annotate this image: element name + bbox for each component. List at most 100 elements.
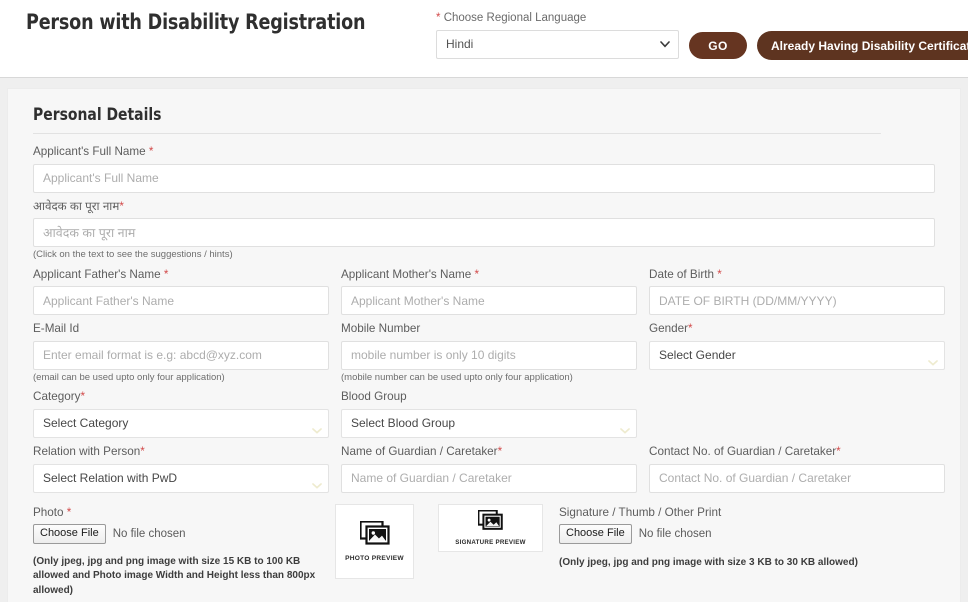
field-mobile: Mobile Number (mobile number can be used… xyxy=(341,322,637,383)
page-header: Person with Disability Registration * Ch… xyxy=(0,0,968,78)
field-relation-with-person: Relation with Person* Select Relation wi… xyxy=(33,445,329,493)
field-mother-name: Applicant Mother's Name * xyxy=(341,268,637,316)
label-photo: Photo * xyxy=(33,506,335,521)
language-label: * Choose Regional Language xyxy=(436,12,679,26)
label-signature-text: Signature / Thumb / Other Print xyxy=(559,505,722,519)
image-placeholder-icon xyxy=(477,509,503,536)
required-asterisk: * xyxy=(474,267,480,281)
label-blood-group: Blood Group xyxy=(341,390,637,405)
photo-upload-note: (Only jpeg, jpg and png image with size … xyxy=(33,555,316,596)
field-category: Category* Select Category xyxy=(33,390,329,438)
section-title-personal-details: Personal Details xyxy=(33,105,881,134)
page-title: Person with Disability Registration xyxy=(26,10,366,34)
row-category-blood: Category* Select Category Blood Group Se… xyxy=(33,390,935,445)
page-body: Personal Details Applicant's Full Name *… xyxy=(0,78,968,602)
required-asterisk: * xyxy=(163,267,169,281)
hint-mobile: (mobile number can be used upto only fou… xyxy=(341,371,573,383)
row-guardian: Relation with Person* Select Relation wi… xyxy=(33,445,945,500)
field-full-name-hindi: आवेदक का पूरा नाम* (Click on the text to… xyxy=(33,200,935,261)
mother-name-input[interactable] xyxy=(341,286,637,316)
required-asterisk: * xyxy=(836,444,841,458)
field-blood-group: Blood Group Select Blood Group xyxy=(341,390,637,438)
signature-choose-file-button[interactable]: Choose File xyxy=(559,524,632,544)
label-full-name: Applicant's Full Name * xyxy=(33,145,935,160)
signature-upload-note: (Only jpeg, jpg and png image with size … xyxy=(559,556,858,568)
signature-preview-caption: SIGNATURE PREVIEW xyxy=(455,538,526,546)
label-email-text: E-Mail Id xyxy=(33,322,80,336)
field-father-name: Applicant Father's Name * xyxy=(33,268,329,316)
required-asterisk: * xyxy=(66,505,72,519)
signature-preview-box: SIGNATURE PREVIEW xyxy=(438,503,543,552)
regional-language-select[interactable]: Hindi xyxy=(436,29,679,59)
label-category: Category* xyxy=(33,390,329,405)
row-contact-gender: E-Mail Id (email can be used upto only f… xyxy=(33,322,945,390)
category-select[interactable]: Select Category xyxy=(33,408,329,438)
date-of-birth-input[interactable] xyxy=(649,286,945,316)
father-name-input[interactable] xyxy=(33,286,329,316)
guardian-name-input[interactable] xyxy=(341,463,637,493)
required-asterisk: * xyxy=(119,199,124,213)
label-mobile: Mobile Number xyxy=(341,322,637,337)
label-gender: Gender* xyxy=(649,322,945,337)
field-full-name: Applicant's Full Name * xyxy=(33,145,935,193)
gender-select[interactable]: Select Gender xyxy=(649,340,945,370)
label-signature: Signature / Thumb / Other Print xyxy=(559,506,935,521)
hint-email: (email can be used upto only four applic… xyxy=(33,371,225,383)
label-date-of-birth-text: Date of Birth xyxy=(649,267,714,281)
field-gender: Gender* Select Gender xyxy=(649,322,945,383)
label-mobile-text: Mobile Number xyxy=(341,322,421,336)
signature-file-status: No file chosen xyxy=(638,528,712,541)
image-placeholder-icon xyxy=(358,519,390,551)
full-name-hindi-input[interactable] xyxy=(33,218,935,248)
field-signature-upload: Signature / Thumb / Other Print Choose F… xyxy=(559,504,935,599)
email-input[interactable] xyxy=(33,340,329,370)
guardian-contact-input[interactable] xyxy=(649,463,945,493)
label-email: E-Mail Id xyxy=(33,322,329,337)
field-photo-upload: Photo * Choose File No file chosen (Only… xyxy=(33,504,335,599)
label-full-name-text: Applicant's Full Name xyxy=(33,145,146,158)
label-relation-with-person: Relation with Person* xyxy=(33,445,329,460)
label-father-name-text: Applicant Father's Name xyxy=(33,267,161,281)
label-gender-text: Gender xyxy=(649,322,688,336)
blood-group-select[interactable]: Select Blood Group xyxy=(341,408,637,438)
label-relation-with-person-text: Relation with Person xyxy=(33,444,141,458)
row-spacer xyxy=(649,390,945,445)
label-guardian-contact-text: Contact No. of Guardian / Caretaker xyxy=(649,444,837,458)
label-blood-group-text: Blood Group xyxy=(341,390,407,404)
required-asterisk: * xyxy=(80,390,85,404)
personal-details-panel: Personal Details Applicant's Full Name *… xyxy=(7,88,961,602)
label-photo-text: Photo xyxy=(33,505,64,519)
language-label-text: Choose Regional Language xyxy=(443,12,587,24)
label-mother-name: Applicant Mother's Name * xyxy=(341,268,637,283)
label-full-name-hindi-text: आवेदक का पूरा नाम xyxy=(33,199,120,213)
photo-preview-box: PHOTO PREVIEW xyxy=(335,503,414,579)
row-parents-dob: Applicant Father's Name * Applicant Moth… xyxy=(33,268,945,323)
label-full-name-hindi: आवेदक का पूरा नाम* xyxy=(33,200,935,215)
required-asterisk: * xyxy=(717,267,722,281)
row-uploads: Photo * Choose File No file chosen (Only… xyxy=(33,503,935,599)
already-having-certificate-button[interactable]: Already Having Disability Certificate xyxy=(757,31,968,60)
label-category-text: Category xyxy=(33,390,81,404)
label-mother-name-text: Applicant Mother's Name xyxy=(341,267,472,281)
photo-file-status: No file chosen xyxy=(112,528,186,541)
field-guardian-contact: Contact No. of Guardian / Caretaker* xyxy=(649,445,945,493)
field-email: E-Mail Id (email can be used upto only f… xyxy=(33,322,329,383)
hint-full-name-hindi: (Click on the text to see the suggestion… xyxy=(33,249,233,261)
language-selector-group: * Choose Regional Language Hindi xyxy=(436,12,679,59)
label-guardian-name: Name of Guardian / Caretaker* xyxy=(341,445,637,460)
required-asterisk: * xyxy=(687,322,693,336)
photo-preview-caption: PHOTO PREVIEW xyxy=(345,554,404,562)
label-father-name: Applicant Father's Name * xyxy=(33,268,329,283)
label-guardian-name-text: Name of Guardian / Caretaker xyxy=(341,444,498,458)
photo-choose-file-button[interactable]: Choose File xyxy=(33,524,106,544)
go-button[interactable]: GO xyxy=(689,32,747,59)
mobile-input[interactable] xyxy=(341,340,637,370)
required-asterisk: * xyxy=(148,145,154,158)
photo-preview-container: PHOTO PREVIEW xyxy=(335,503,418,599)
required-asterisk: * xyxy=(497,444,503,458)
relation-with-person-select[interactable]: Select Relation with PwD xyxy=(33,463,329,493)
full-name-input[interactable] xyxy=(33,163,935,193)
field-date-of-birth: Date of Birth * xyxy=(649,268,945,316)
required-asterisk: * xyxy=(436,12,441,24)
required-asterisk: * xyxy=(140,444,145,458)
